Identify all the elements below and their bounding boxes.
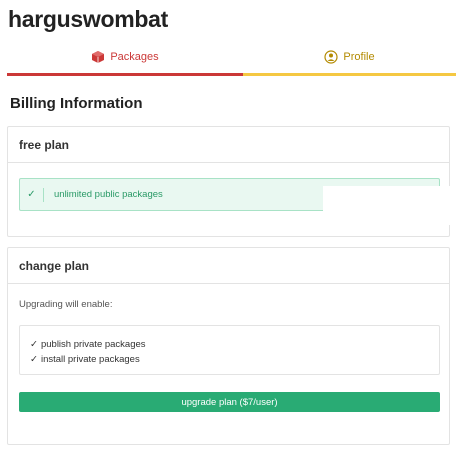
tab-profile[interactable]: Profile [243, 40, 456, 76]
free-plan-title: free plan [8, 127, 449, 163]
username-title: harguswombat [8, 6, 168, 32]
list-item: ✓ install private packages [30, 352, 439, 367]
overlay-blank [323, 186, 456, 225]
benefit-label: publish private packages [40, 339, 146, 350]
check-icon: ✓ [20, 187, 44, 202]
change-plan-card: change plan Upgrading will enable: ✓ publ… [7, 247, 450, 445]
tab-packages-label: Packages [110, 50, 159, 63]
billing-heading: Billing Information [10, 95, 143, 112]
change-plan-title: change plan [8, 248, 449, 284]
tab-packages[interactable]: Packages [7, 40, 243, 76]
package-icon [91, 50, 105, 64]
upgrade-plan-button[interactable]: upgrade plan ($7/user) [19, 392, 440, 412]
profile-tabs: Packages Profile [7, 40, 456, 76]
benefit-label: install private packages [40, 354, 140, 365]
free-plan-feature-label: unlimited public packages [54, 189, 163, 200]
upgrade-note: Upgrading will enable: [19, 299, 113, 310]
benefits-list: ✓ publish private packages ✓ install priva… [19, 325, 440, 375]
check-icon: ✓ [30, 354, 38, 365]
list-item: ✓ publish private packages [30, 337, 439, 352]
profile-icon [324, 49, 339, 64]
check-icon: ✓ [30, 339, 38, 350]
tab-profile-label: Profile [343, 50, 375, 63]
